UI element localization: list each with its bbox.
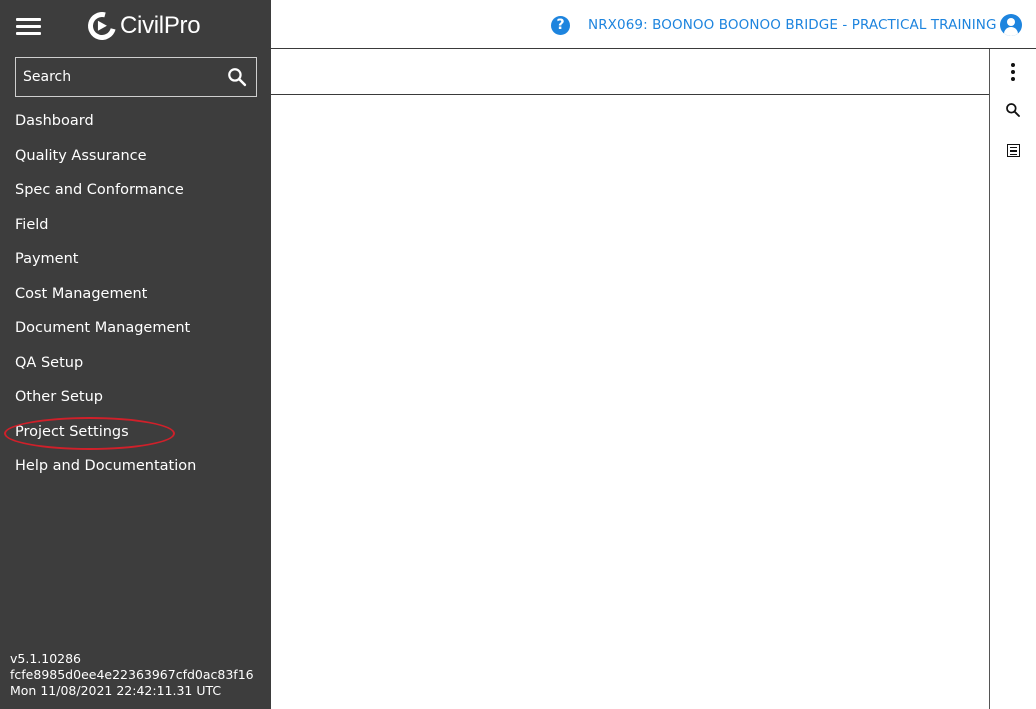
more-vertical-icon[interactable] xyxy=(1001,60,1025,84)
menu-item-payment[interactable]: Payment xyxy=(15,242,196,277)
search-icon[interactable] xyxy=(1001,98,1025,122)
version-info: v5.1.10286 fcfe8985d0ee4e22363967cfd0ac8… xyxy=(10,651,271,699)
list-view-icon[interactable] xyxy=(1001,138,1025,162)
menu-item-field[interactable]: Field xyxy=(15,208,196,243)
menu-item-document-management[interactable]: Document Management xyxy=(15,311,196,346)
civilpro-logo-icon xyxy=(82,6,122,46)
menu-item-help-and-documentation[interactable]: Help and Documentation xyxy=(15,449,196,484)
drawer-search-field[interactable] xyxy=(15,57,257,97)
version-number: v5.1.10286 xyxy=(10,651,82,666)
search-icon[interactable] xyxy=(227,67,247,87)
drawer-search-input[interactable] xyxy=(23,69,213,85)
build-timestamp: Mon 11/08/2021 22:42:11.31 UTC xyxy=(10,683,222,698)
build-hash: fcfe8985d0ee4e22363967cfd0ac83f16 xyxy=(10,667,254,682)
app-logo-text: CivilPro xyxy=(120,12,201,39)
navigation-drawer: CivilPro Dashboard Quality Assurance Spe… xyxy=(0,0,271,709)
menu-item-other-setup[interactable]: Other Setup xyxy=(15,380,196,415)
menu-item-project-settings[interactable]: Project Settings xyxy=(15,415,196,450)
menu-item-qa-setup[interactable]: QA Setup xyxy=(15,346,196,381)
menu-item-cost-management[interactable]: Cost Management xyxy=(15,277,196,312)
menu-item-quality-assurance[interactable]: Quality Assurance xyxy=(15,139,196,174)
project-title[interactable]: NRX069: BOONOO BOONOO BRIDGE - PRACTICAL… xyxy=(588,17,997,33)
help-icon[interactable]: ? xyxy=(551,16,570,35)
right-toolbar xyxy=(989,49,1036,709)
menu-item-dashboard[interactable]: Dashboard xyxy=(15,104,196,139)
menu-item-spec-and-conformance[interactable]: Spec and Conformance xyxy=(15,173,196,208)
account-icon[interactable] xyxy=(1000,14,1022,36)
app-logo[interactable]: CivilPro xyxy=(82,6,201,46)
menu-hamburger-icon[interactable] xyxy=(16,16,41,36)
drawer-menu: Dashboard Quality Assurance Spec and Con… xyxy=(15,104,196,484)
